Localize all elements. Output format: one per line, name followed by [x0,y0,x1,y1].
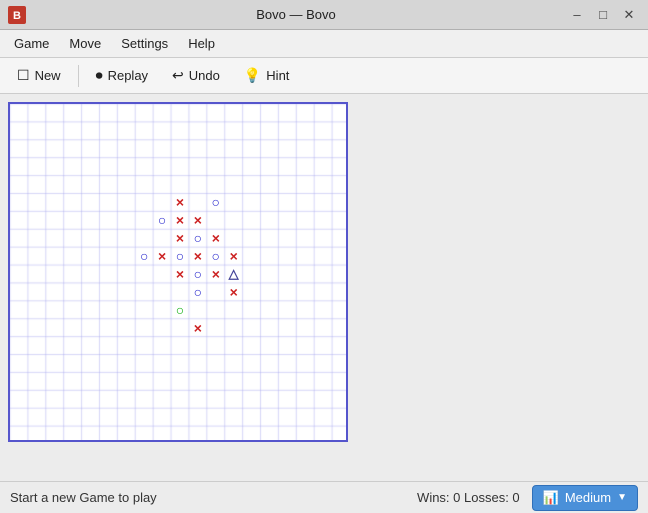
board-container: ×○○×××○×○×○×○××○×△○×○× [0,94,648,481]
menubar-item-help[interactable]: Help [178,33,225,54]
piece-o: ○ [189,265,207,283]
replay-label: Replay [108,68,148,83]
toolbar-separator-1 [78,65,79,87]
titlebar-title: Bovo — Bovo [26,7,566,22]
menubar-item-game[interactable]: Game [4,33,59,54]
undo-icon: ↩ [172,67,184,84]
titlebar-controls: – □ ✕ [566,4,640,26]
piece-x: × [171,265,189,283]
piece-o: ○ [189,283,207,301]
toolbar: ☐ New ⏺ Replay ↩ Undo 💡 Hint [0,58,648,94]
piece-triangle: △ [225,265,243,283]
hint-label: Hint [266,68,289,83]
titlebar-left: B [8,6,26,24]
piece-o: ○ [207,193,225,211]
piece-x: × [171,211,189,229]
main-area: ×○○×××○×○×○×○××○×△○×○× [0,94,648,481]
difficulty-button[interactable]: 📊 Medium ▼ [532,485,638,511]
status-text: Start a new Game to play [10,490,157,505]
piece-x: × [171,193,189,211]
piece-x: × [207,229,225,247]
piece-o: ○ [189,229,207,247]
titlebar: B Bovo — Bovo – □ ✕ [0,0,648,30]
piece-x: × [189,247,207,265]
hint-button[interactable]: 💡 Hint [233,62,301,89]
piece-x: × [189,319,207,337]
svg-text:B: B [13,10,21,22]
app-icon: B [8,6,26,24]
piece-x: × [225,283,243,301]
minimize-button[interactable]: – [566,4,588,26]
replay-icon: ⏺ [96,67,103,84]
piece-o-green: ○ [171,301,189,319]
piece-x: × [153,247,171,265]
piece-x: × [171,229,189,247]
difficulty-icon: 📊 [543,490,559,506]
piece-o: ○ [171,247,189,265]
new-icon: ☐ [17,67,30,84]
menubar-item-settings[interactable]: Settings [111,33,178,54]
maximize-button[interactable]: □ [592,4,614,26]
piece-o: ○ [135,247,153,265]
close-button[interactable]: ✕ [618,4,640,26]
game-board[interactable]: ×○○×××○×○×○×○××○×△○×○× [8,102,348,442]
piece-x: × [225,247,243,265]
pieces-layer: ×○○×××○×○×○×○××○×△○×○× [10,104,346,440]
stats-area: Wins: 0 Losses: 0 📊 Medium ▼ [417,485,638,511]
dropdown-arrow-icon: ▼ [617,492,627,503]
undo-button[interactable]: ↩ Undo [161,62,231,89]
statusbar: Start a new Game to play Wins: 0 Losses:… [0,481,648,513]
new-button[interactable]: ☐ New [6,62,72,89]
wins-losses: Wins: 0 Losses: 0 [417,490,520,505]
piece-o: ○ [207,247,225,265]
menubar: GameMoveSettingsHelp [0,30,648,58]
difficulty-label: Medium [565,490,611,505]
new-label: New [35,68,61,83]
hint-icon: 💡 [244,67,261,84]
piece-o: ○ [153,211,171,229]
piece-x: × [189,211,207,229]
piece-x: × [207,265,225,283]
replay-button[interactable]: ⏺ Replay [85,62,159,89]
menubar-item-move[interactable]: Move [59,33,111,54]
undo-label: Undo [189,68,220,83]
